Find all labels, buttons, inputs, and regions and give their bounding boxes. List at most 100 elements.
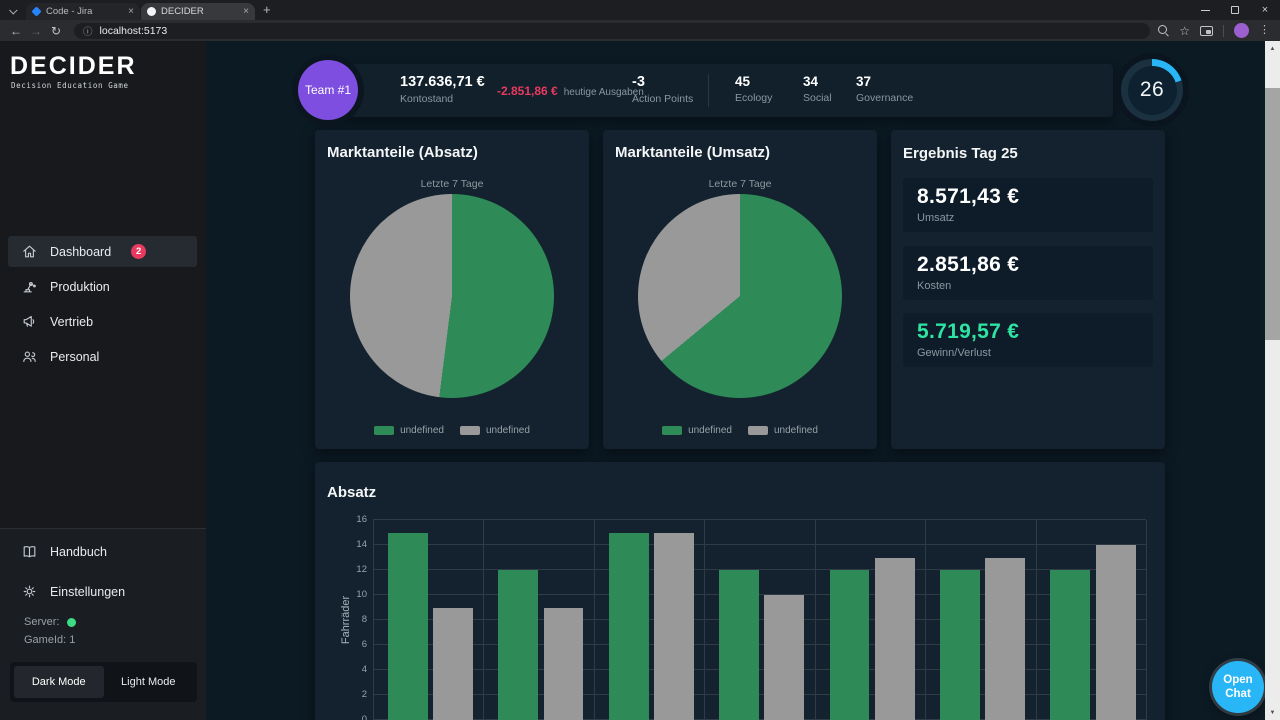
main-content: 137.636,71 € Kontostand -2.851,86 € heut…: [206, 41, 1265, 720]
bar-competitor-tag-5: [875, 558, 915, 720]
kosten-label: Kosten: [917, 280, 951, 292]
h-gridline: [373, 569, 1146, 570]
y-tick-label: 16: [356, 514, 367, 525]
action-points-stat: -3 Action Points: [632, 74, 693, 105]
action-points-value: -3: [632, 74, 693, 90]
theme-toggle: Dark Mode Light Mode: [10, 662, 197, 702]
browser-tab-decider[interactable]: DECIDER ×: [141, 3, 255, 20]
v-gridline: [925, 520, 926, 720]
jira-favicon: [31, 6, 41, 16]
profile-avatar[interactable]: [1234, 23, 1249, 38]
bar-chart-plot: [373, 520, 1146, 720]
minimize-button[interactable]: [1190, 0, 1220, 20]
sidebar-item-produktion[interactable]: Produktion: [8, 271, 197, 302]
close-button[interactable]: ×: [1250, 0, 1280, 20]
maximize-button[interactable]: [1220, 0, 1250, 20]
legend-item: undefined: [748, 425, 818, 436]
ecology-value: 45: [735, 74, 772, 89]
legend-label: undefined: [688, 425, 732, 436]
umsatz-box: 8.571,43 € Umsatz: [903, 178, 1153, 232]
forward-button[interactable]: →: [26, 24, 46, 38]
y-tick-label: 4: [362, 664, 367, 675]
bar-own-tag-5: [830, 570, 870, 720]
sidebar-item-personal[interactable]: Personal: [8, 341, 197, 372]
sidebar: DECIDER Decision Education Game Dashboar…: [0, 41, 206, 720]
reload-button[interactable]: ↻: [46, 24, 66, 38]
site-info-icon[interactable]: ⓘ: [83, 24, 93, 38]
page-scrollbar[interactable]: ▲ ▼: [1265, 41, 1280, 720]
timer-value: 26: [1128, 66, 1177, 115]
chart-legend: undefined undefined: [603, 425, 877, 436]
v-gridline: [483, 520, 484, 720]
scrollbar-thumb[interactable]: [1265, 88, 1280, 340]
server-label: Server:: [24, 616, 59, 628]
ausgaben-stat: -2.851,86 € heutige Ausgaben: [497, 84, 644, 98]
card-title: Ergebnis Tag 25: [903, 145, 1018, 162]
legend-swatch-green: [374, 426, 394, 435]
marktanteile-umsatz-card: Marktanteile (Umsatz) Letzte 7 Tage unde…: [603, 130, 877, 449]
bar-own-tag-3: [609, 533, 649, 720]
tab-close-icon[interactable]: ×: [243, 7, 249, 17]
toolbar-right: ☆ ⋮: [1158, 23, 1274, 38]
ecology-label: Ecology: [735, 92, 772, 104]
social-value: 34: [803, 74, 832, 89]
browser-menu-icon[interactable]: ⋮: [1259, 25, 1270, 36]
bar-competitor-tag-3: [654, 533, 694, 720]
sidebar-item-label: Produktion: [50, 280, 110, 294]
h-gridline: [373, 594, 1146, 595]
sidebar-item-einstellungen[interactable]: Einstellungen: [8, 576, 197, 607]
app-logo: DECIDER: [10, 52, 137, 81]
social-label: Social: [803, 92, 832, 104]
dark-mode-button[interactable]: Dark Mode: [14, 666, 104, 698]
sidebar-item-dashboard[interactable]: Dashboard 2: [8, 236, 197, 267]
decider-favicon: [147, 7, 156, 16]
megaphone-icon: [21, 313, 38, 330]
toolbar-divider: [1223, 25, 1224, 37]
kosten-value: 2.851,86 €: [917, 253, 1019, 277]
bookmark-star-icon[interactable]: ☆: [1179, 25, 1190, 37]
back-button[interactable]: ←: [6, 24, 26, 38]
open-chat-line2: Chat: [1225, 688, 1251, 700]
tab-close-icon[interactable]: ×: [128, 7, 134, 17]
sidebar-item-vertrieb[interactable]: Vertrieb: [8, 306, 197, 337]
scroll-up-icon[interactable]: ▲: [1265, 41, 1280, 56]
bar-own-tag-7: [1050, 570, 1090, 720]
team-avatar[interactable]: Team #1: [298, 60, 358, 120]
governance-stat: 37 Governance: [856, 74, 913, 104]
sidebar-item-label: Dashboard: [50, 245, 111, 259]
people-icon: [21, 348, 38, 365]
y-tick-label: 12: [356, 564, 367, 575]
ecology-stat: 45 Ecology: [735, 74, 772, 104]
sidebar-item-handbuch[interactable]: Handbuch: [8, 536, 197, 567]
zoom-icon[interactable]: [1158, 25, 1169, 36]
open-chat-button[interactable]: Open Chat: [1212, 661, 1264, 713]
bar-own-tag-4: [719, 570, 759, 720]
light-mode-button[interactable]: Light Mode: [104, 666, 194, 698]
v-gridline: [704, 520, 705, 720]
umsatz-value: 8.571,43 €: [917, 185, 1019, 209]
new-tab-button[interactable]: +: [263, 2, 271, 17]
game-id: GameId: 1: [24, 634, 75, 646]
stats-header: 137.636,71 € Kontostand -2.851,86 € heut…: [318, 64, 1113, 117]
server-status: Server:: [24, 616, 76, 628]
reading-list-icon[interactable]: [1200, 26, 1213, 36]
legend-item: undefined: [662, 425, 732, 436]
card-title: Absatz: [327, 484, 376, 501]
home-icon: [21, 243, 38, 260]
y-tick-label: 14: [356, 539, 367, 550]
address-bar[interactable]: ⓘ localhost:5173: [74, 23, 1150, 39]
y-tick-label: 10: [356, 589, 367, 600]
scroll-down-icon[interactable]: ▼: [1265, 705, 1280, 720]
tab-title: Code - Jira: [46, 6, 123, 17]
browser-tab-jira[interactable]: Code - Jira ×: [26, 3, 140, 20]
action-points-label: Action Points: [632, 93, 693, 105]
gear-icon: [21, 583, 38, 600]
card-title: Marktanteile (Umsatz): [615, 144, 770, 161]
tab-search-button[interactable]: [6, 4, 22, 18]
pie-chart-absatz: [350, 194, 554, 398]
tab-title: DECIDER: [161, 6, 238, 17]
v-gridline: [594, 520, 595, 720]
kontostand-value: 137.636,71 €: [400, 74, 485, 90]
day-timer: 26: [1121, 59, 1183, 121]
h-gridline: [373, 644, 1146, 645]
